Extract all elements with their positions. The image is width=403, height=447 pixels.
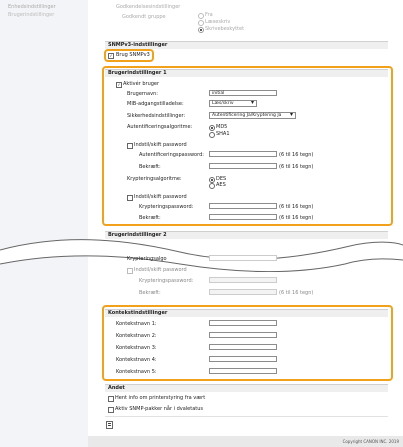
user1-header: Brugerindstillinger 1 xyxy=(105,69,388,77)
other-header: Andet xyxy=(105,384,388,392)
md5-radio[interactable] xyxy=(209,125,215,131)
radio-off-label: Fra xyxy=(205,12,213,18)
use-snmpv3-checkbox[interactable]: ✓ xyxy=(108,53,114,59)
user2-enc-pw-label: Krypteringspassword: xyxy=(139,278,194,284)
set-enc-pw-label: Indstil/skift password xyxy=(134,194,187,200)
sidebar-item-user[interactable]: Brugerindstillinger xyxy=(8,12,54,18)
copyright: Copyright CANON INC. 2019 xyxy=(342,439,399,444)
context-4-label: Kontekstnavn 4: xyxy=(116,357,157,363)
activate-user-checkbox[interactable]: ✓ xyxy=(116,82,122,88)
context-5-input[interactable] xyxy=(209,368,277,374)
sidebar-item-device[interactable]: Enhedsindstillinger xyxy=(8,4,56,10)
auth-pw-input[interactable] xyxy=(209,151,277,157)
other-opt2-label: Aktiv SNMP-pakker når i dvaletatus xyxy=(115,406,204,412)
footer: Copyright CANON INC. 2019 xyxy=(88,436,403,447)
enc-confirm-input[interactable] xyxy=(209,214,277,220)
use-snmpv3-label: Brug SNMPv3 xyxy=(116,52,150,58)
auth-algo-label: Autentificeringsalgoritme: xyxy=(127,124,193,130)
context-1-input[interactable] xyxy=(209,320,277,326)
username-input[interactable]: initial xyxy=(209,90,277,96)
mib-select[interactable]: Læs/skriv xyxy=(209,100,257,107)
user2-enc-pw-input[interactable] xyxy=(209,277,277,283)
user1-title: Brugerindstillinger 1 xyxy=(108,70,167,76)
auth-confirm-input[interactable] xyxy=(209,163,277,169)
top-header: Godkendelsesindstillinger xyxy=(116,4,181,10)
mib-select-value: Læs/skriv xyxy=(212,101,234,106)
context-3-label: Kontekstnavn 3: xyxy=(116,345,157,351)
page-tear xyxy=(0,239,403,272)
auth-pw-label: Autentificeringspassword: xyxy=(139,152,204,158)
enc-pw-input[interactable] xyxy=(209,203,277,209)
radio-readwrite[interactable] xyxy=(198,20,204,26)
context-1-label: Kontekstnavn 1: xyxy=(116,321,157,327)
context-5-label: Kontekstnavn 5: xyxy=(116,369,157,375)
set-enc-pw-checkbox[interactable] xyxy=(127,195,133,201)
user2-set-pw-checkbox[interactable] xyxy=(127,268,133,274)
snmpv3-title: SNMPv3-indstillinger xyxy=(108,42,168,48)
mib-label: MIB-adgangstilladelse: xyxy=(127,101,184,107)
user2-set-pw-label: Indstil/skift password xyxy=(134,267,187,273)
enc-pw-hint: (6 til 16 tegn) xyxy=(279,204,314,210)
user2-confirm-input[interactable] xyxy=(209,289,277,295)
auth-pw-hint: (6 til 16 tegn) xyxy=(279,152,314,158)
page-top-icon[interactable] xyxy=(106,421,113,429)
other-title: Andet xyxy=(108,385,125,391)
set-auth-pw-checkbox[interactable] xyxy=(127,143,133,149)
username-label: Brugernavn: xyxy=(127,91,158,97)
context-title: Kontekstindstillinger xyxy=(108,310,168,316)
other-opt2-checkbox[interactable] xyxy=(108,407,114,413)
enc-confirm-hint: (6 til 16 tegn) xyxy=(279,215,314,221)
context-2-label: Kontekstnavn 2: xyxy=(116,333,157,339)
enc-algo-label: Krypteringsalgoritme: xyxy=(127,176,182,182)
radio-readwrite-label: Læseskriv xyxy=(205,19,231,25)
aes-radio[interactable] xyxy=(209,183,215,189)
radio-off[interactable] xyxy=(198,13,204,19)
sha1-radio[interactable] xyxy=(209,132,215,138)
user2-enc-input[interactable] xyxy=(209,255,277,261)
aes-label: AES xyxy=(216,182,226,188)
radio-readonly[interactable] xyxy=(198,27,204,33)
sidebar: Enhedsindstillinger Brugerindstillinger xyxy=(0,0,88,447)
snmpv3-header: SNMPv3-indstillinger xyxy=(105,41,388,49)
group-label: Godkendt gruppe xyxy=(122,14,166,20)
context-2-input[interactable] xyxy=(209,332,277,338)
user2-confirm-label: Bekræft: xyxy=(139,290,161,296)
user2-enc-label: Krypteringsalgo xyxy=(127,256,167,262)
radio-readonly-label: Skrivebeskyttet xyxy=(205,26,245,32)
auth-confirm-hint: (6 til 16 tegn) xyxy=(279,164,314,170)
other-opt1-label: Hent info om printerstyring fra vært xyxy=(115,395,206,401)
security-label: Sikkerhedsindstillinger: xyxy=(127,113,186,119)
activate-user-label: Aktivér bruger xyxy=(123,81,160,87)
enc-pw-label: Krypteringspassword: xyxy=(139,204,194,210)
security-select-value: Autentificering Ja/Kryptering Ja xyxy=(212,113,282,118)
enc-confirm-label: Bekræft: xyxy=(139,215,161,221)
context-3-input[interactable] xyxy=(209,344,277,350)
security-select[interactable]: Autentificering Ja/Kryptering Ja xyxy=(209,112,296,119)
auth-confirm-label: Bekræft: xyxy=(139,164,161,170)
context-4-input[interactable] xyxy=(209,356,277,362)
divider xyxy=(105,416,388,417)
other-opt1-checkbox[interactable] xyxy=(108,396,114,402)
context-header: Kontekstindstillinger xyxy=(105,309,388,317)
sha1-label: SHA1 xyxy=(216,131,230,137)
user2-confirm-hint: (6 til 16 tegn) xyxy=(279,290,314,296)
set-auth-pw-label: Indstil/skift password xyxy=(134,142,187,148)
md5-label: MD5 xyxy=(216,124,228,130)
